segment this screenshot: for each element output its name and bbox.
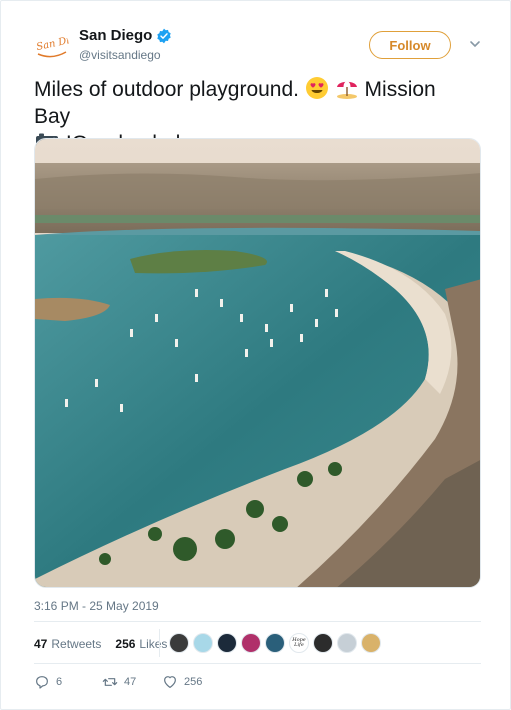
liker-avatar[interactable] — [337, 633, 357, 653]
retweet-icon — [102, 678, 118, 686]
tweet-photo[interactable] — [34, 138, 481, 588]
account-name[interactable]: San Diego — [79, 27, 152, 44]
follow-button[interactable]: Follow — [369, 31, 451, 59]
reply-count: 6 — [56, 676, 63, 688]
liker-avatar[interactable] — [169, 633, 189, 653]
divider — [34, 663, 481, 664]
beach-umbrella-emoji-icon — [336, 81, 357, 99]
heart-icon — [164, 676, 176, 688]
liker-avatar[interactable] — [313, 633, 333, 653]
san-diego-logo: San Diego — [34, 30, 70, 66]
like-count: 256 — [184, 676, 203, 688]
tweet-actions: 6 47 256 — [34, 674, 202, 690]
liker-avatar[interactable]: Hope Life — [289, 633, 309, 653]
likes-label: Likes — [139, 637, 168, 651]
like-button[interactable]: 256 — [162, 674, 202, 690]
aerial-bay-photo — [35, 139, 480, 587]
liker-avatar[interactable] — [361, 633, 381, 653]
liker-avatar[interactable] — [193, 633, 213, 653]
reply-icon — [36, 676, 48, 689]
verified-badge-icon — [157, 28, 172, 43]
divider — [34, 621, 481, 622]
tweet-text-part1: Miles of outdoor playground. — [34, 78, 299, 101]
retweets-stat[interactable]: 47 Retweets — [34, 637, 101, 651]
liker-avatar[interactable] — [217, 633, 237, 653]
retweets-count: 47 — [34, 637, 48, 651]
avatar[interactable]: San Diego — [34, 30, 70, 66]
tweet-card: San Diego San Diego @visitsandiego Follo… — [0, 0, 511, 710]
liker-avatar[interactable] — [265, 633, 285, 653]
likes-count: 256 — [115, 637, 136, 651]
account-name-row: San Diego — [79, 27, 172, 44]
chevron-down-icon[interactable] — [468, 37, 482, 51]
liker-avatars: Hope Life — [169, 633, 381, 653]
retweet-count: 47 — [124, 676, 137, 688]
account-handle[interactable]: @visitsandiego — [79, 48, 161, 62]
reply-button[interactable]: 6 — [34, 674, 102, 690]
tweet-timestamp[interactable]: 3:16 PM - 25 May 2019 — [34, 599, 159, 613]
retweets-label: Retweets — [51, 637, 102, 651]
liker-avatar-text: Hope Life — [292, 637, 306, 648]
liker-avatar[interactable] — [241, 633, 261, 653]
retweet-button[interactable]: 47 — [102, 674, 162, 690]
heart-eyes-emoji-icon — [305, 77, 328, 99]
stats-separator — [159, 629, 160, 657]
